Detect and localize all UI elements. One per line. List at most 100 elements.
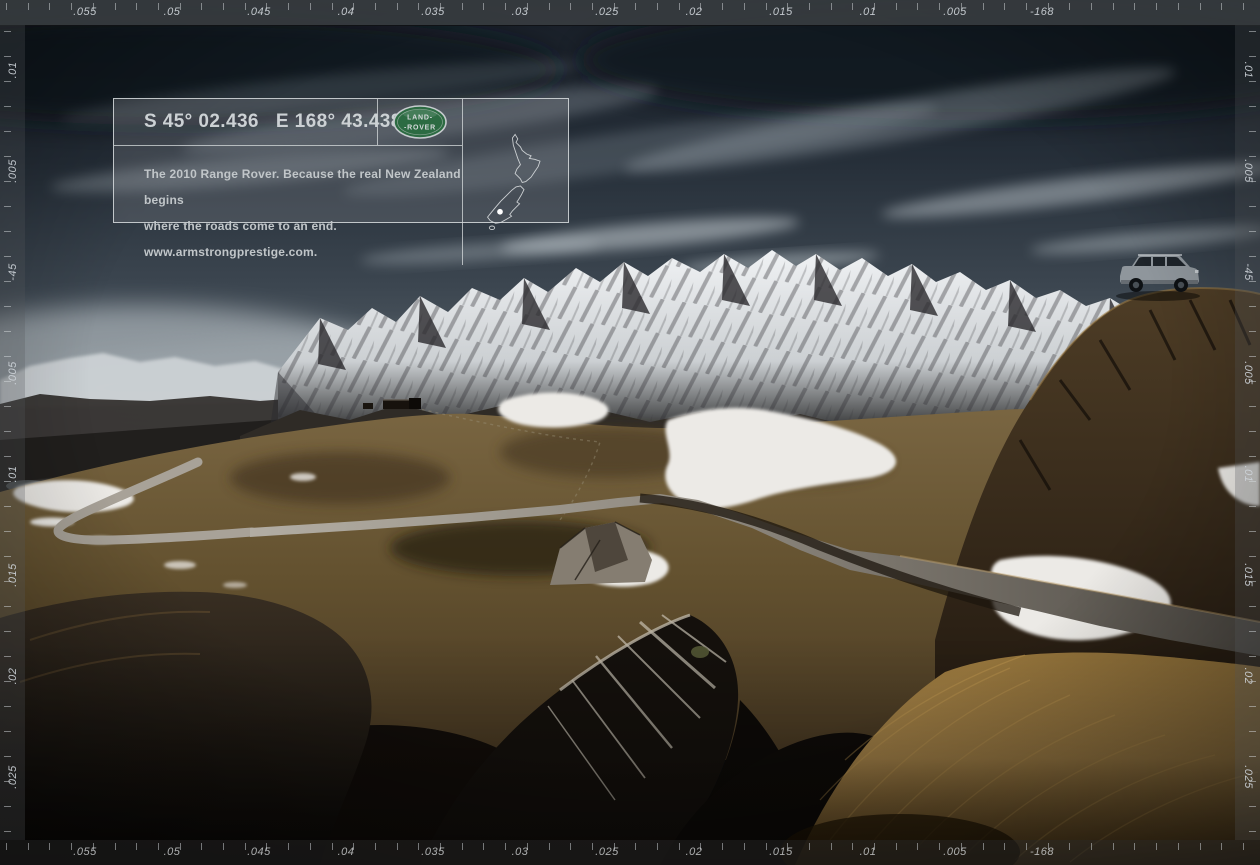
ruler-tick (505, 843, 507, 850)
ruler-tick (136, 3, 138, 10)
ruler-tick (1112, 843, 1114, 850)
ruler-tick (743, 3, 745, 10)
ruler-tick (808, 3, 810, 10)
ruler-tick (1177, 843, 1179, 850)
ruler-tick (4, 731, 11, 732)
ruler-tick (223, 3, 224, 10)
ruler-label: .005 (943, 846, 967, 858)
ruler-tick (27, 843, 29, 850)
ruler-tick (1249, 356, 1256, 357)
ruler-tick (1249, 431, 1256, 432)
ruler-label: .02 (685, 846, 703, 858)
ruler-label: .025 (595, 846, 619, 858)
ruler-tick (1025, 3, 1027, 10)
gps-coordinates: S 45° 02.436 E 168° 43.438 (114, 99, 401, 146)
badge-text-bottom: -ROVER (404, 125, 436, 132)
ruler-tick (331, 3, 333, 10)
ruler-label: -168 (1029, 846, 1055, 858)
ruler-tick (309, 843, 311, 850)
ruler-tick (4, 606, 11, 607)
ruler-label: .025 (1241, 765, 1254, 789)
ruler-tick (4, 206, 11, 207)
ruler-label: .03 (511, 6, 529, 18)
ruler-tick (591, 3, 593, 10)
badge-text-top: LAND- (407, 115, 433, 122)
coordinate-ruler-right: .01 .005 -45 .005 .01 .015 .02 .025 (1235, 25, 1260, 840)
ruler-tick (570, 843, 572, 850)
ruler-tick (1177, 3, 1179, 10)
ruler-tick (722, 843, 724, 850)
ruler-tick (1249, 231, 1256, 232)
ruler-tick (461, 843, 463, 850)
ruler-label: .01 (1241, 61, 1254, 79)
ruler-label: .035 (421, 846, 445, 858)
ruler-label: .055 (73, 846, 97, 858)
ruler-tick (1242, 843, 1244, 850)
ruler-label: .01 (6, 61, 19, 79)
ruler-tick (1249, 831, 1256, 832)
ruler-tick (917, 843, 919, 850)
new-zealand-map (462, 99, 568, 265)
ruler-tick (1249, 631, 1256, 632)
ruler-tick (895, 3, 897, 10)
ruler-tick (418, 843, 420, 850)
ruler-tick (157, 3, 159, 10)
ruler-tick (1091, 3, 1092, 10)
ruler-tick (1091, 843, 1092, 850)
ruler-tick (1249, 256, 1256, 257)
ruler-tick (1249, 306, 1256, 307)
land-rover-badge-icon: LAND- -ROVER (393, 105, 447, 139)
ruler-tick (1156, 3, 1158, 10)
ruler-label: .01 (6, 465, 19, 483)
ruler-label: .01 (1241, 465, 1254, 483)
ruler-label: .025 (595, 6, 619, 18)
ruler-tick (136, 843, 138, 850)
ruler-tick (743, 843, 745, 850)
ruler-tick (483, 3, 485, 10)
ruler-tick (1249, 706, 1256, 707)
ruler-tick (4, 556, 11, 557)
ruler-label: .015 (1241, 563, 1254, 587)
coordinate-ruler-left: .01 .005 -45 .005 .01 .015 .02 .025 (0, 25, 25, 840)
ruler-tick (1249, 331, 1256, 332)
ruler-tick (939, 3, 941, 10)
ruler-tick (396, 843, 398, 850)
ruler-label: .01 (859, 846, 877, 858)
ruler-tick (917, 3, 919, 10)
ruler-tick (4, 81, 11, 82)
ruler-label: .005 (1241, 159, 1254, 183)
ruler-tick (1134, 843, 1136, 850)
ruler-label: .045 (247, 846, 271, 858)
ruler-tick (1249, 556, 1256, 557)
ruler-tick (1249, 206, 1256, 207)
ruler-tick (4, 506, 11, 507)
ruler-tick (201, 843, 203, 850)
ruler-label: -45 (6, 263, 19, 281)
ruler-label: .005 (1241, 361, 1254, 385)
ruler-tick (4, 256, 11, 257)
ruler-tick (1134, 3, 1136, 10)
tagline-line2-text: where the roads come to an end. (144, 219, 337, 233)
ruler-label: .04 (337, 6, 355, 18)
ruler-tick (4, 531, 11, 532)
ruler-tick (288, 3, 290, 10)
ruler-tick (396, 3, 398, 10)
ruler-label: .015 (769, 6, 793, 18)
ruler-tick (1242, 3, 1244, 10)
ruler-tick (374, 3, 376, 10)
ruler-tick (4, 56, 11, 57)
ruler-tick (830, 843, 832, 850)
ruler-tick (244, 843, 246, 850)
ruler-tick (678, 3, 680, 10)
ruler-tick (635, 3, 637, 10)
tagline: The 2010 Range Rover. Because the real N… (114, 146, 462, 265)
ruler-tick (591, 843, 593, 850)
ruler-tick (1249, 656, 1256, 657)
ruler-tick (722, 3, 724, 10)
ruler-tick (548, 3, 550, 10)
ruler-tick (4, 281, 11, 282)
ruler-tick (765, 843, 767, 850)
ruler-tick (1249, 606, 1256, 607)
ruler-tick (4, 431, 11, 432)
ruler-tick (1112, 3, 1114, 10)
